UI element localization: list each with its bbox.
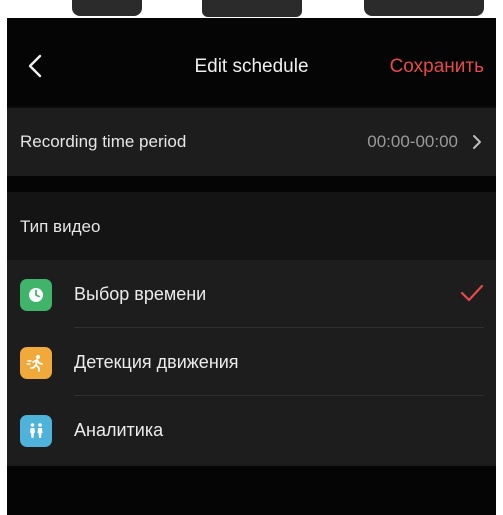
people-analytics-icon xyxy=(20,415,52,447)
screenshot-right-edge xyxy=(496,0,503,515)
status-bar-time xyxy=(72,0,142,16)
video-type-item-analytics[interactable]: Аналитика xyxy=(7,396,496,464)
recording-time-period-row[interactable]: Recording time period 00:00-00:00 xyxy=(7,108,496,176)
screenshot-left-edge xyxy=(0,0,7,515)
chevron-right-icon xyxy=(473,135,481,149)
video-type-section-header: Тип видео xyxy=(7,192,496,260)
video-type-list: Выбор времени Детекция движения Аналитик… xyxy=(7,260,496,466)
app-header: Edit schedule Сохранить xyxy=(7,18,496,106)
list-item-label: Выбор времени xyxy=(74,284,207,304)
checkmark-icon xyxy=(460,284,484,302)
list-item-label: Аналитика xyxy=(74,420,164,440)
video-type-label: Тип видео xyxy=(20,217,101,236)
recording-time-period-value: 00:00-00:00 xyxy=(367,132,458,151)
section-spacer xyxy=(7,176,496,192)
list-item-label: Детекция движения xyxy=(74,352,239,372)
video-type-item-time[interactable]: Выбор времени xyxy=(7,260,496,328)
video-type-item-motion[interactable]: Детекция движения xyxy=(7,328,496,396)
bottom-empty-area xyxy=(7,466,496,515)
clock-icon xyxy=(20,279,52,311)
recording-time-period-label: Recording time period xyxy=(20,132,187,151)
status-bar-notch xyxy=(202,0,302,17)
save-button[interactable]: Сохранить xyxy=(390,56,484,78)
status-bar-indicators xyxy=(364,0,484,16)
motion-runner-icon xyxy=(20,347,52,379)
